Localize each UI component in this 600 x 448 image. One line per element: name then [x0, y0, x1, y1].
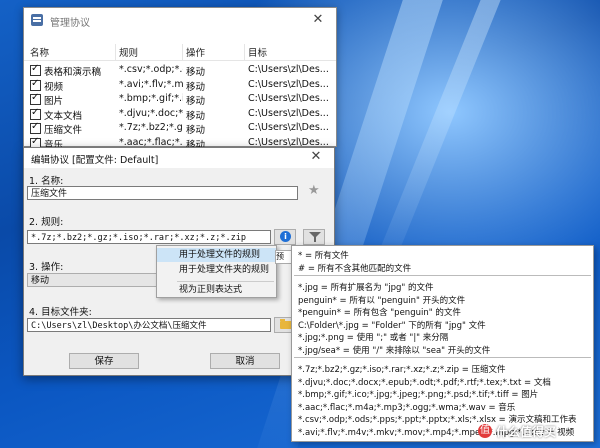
dialog-title: 编辑协议 [配置文件: Default]: [31, 155, 159, 166]
row-rule: *.csv;*.odp;*.o...: [119, 64, 183, 75]
column-header-target[interactable]: 目标: [248, 45, 267, 59]
help-line: C:\Folder\*.jpg = "Folder" 下的所有 "jpg" 文件: [298, 320, 486, 331]
watermark-text: 什么值得买: [496, 425, 557, 439]
help-line: *.jpg = 所有扩展名为 "jpg" 的文件: [298, 283, 434, 293]
row-checkbox[interactable]: [30, 78, 41, 91]
row-action: 移动: [186, 81, 206, 93]
row-checkbox[interactable]: [30, 121, 41, 134]
row-rule: *.djvu;*.doc;*...: [119, 107, 183, 119]
filter-icon: [309, 232, 321, 242]
row-name: 表格和演示稿: [44, 67, 102, 78]
column-divider[interactable]: [182, 44, 183, 60]
row-name: 压缩文件: [44, 125, 83, 136]
watermark-logo-icon: 值: [478, 424, 492, 438]
help-separator: [294, 275, 591, 276]
menu-item-file-rule[interactable]: 用于处理文件的规则: [157, 248, 276, 262]
row-target: C:\Users\zl\Des...: [248, 93, 329, 104]
row-action: 移动: [186, 110, 206, 122]
table-row[interactable]: 表格和演示稿 *.csv;*.odp;*.o...移动 C:\Users\zl\De…: [24, 63, 336, 78]
save-button[interactable]: 保存: [69, 353, 139, 369]
name-label: 1. 名称:: [29, 176, 64, 187]
column-header-action[interactable]: 操作: [186, 45, 205, 59]
help-line: *penguin* = 所有包含 "penguin" 的文件: [298, 308, 461, 318]
close-icon[interactable]: ✕: [306, 149, 326, 164]
row-rule: *.7z;*.bz2;*.gz...: [119, 122, 183, 133]
help-line: *.jpg;*.png = 使用 ";" 或者 "|" 来分隔: [298, 333, 449, 343]
row-action: 移动: [186, 125, 206, 136]
column-header-name[interactable]: 名称: [30, 45, 49, 59]
menu-item-regex[interactable]: 视为正则表达式: [157, 283, 276, 297]
target-folder-input[interactable]: C:\Users\zl\Desktop\办公文档\压缩文件: [27, 318, 271, 332]
rule-label: 2. 规则:: [29, 217, 64, 228]
row-target: C:\Users\zl\Des...: [248, 136, 329, 148]
table-header: 名称 规则 操作 目标: [24, 44, 336, 61]
star-icon[interactable]: ★: [308, 183, 320, 198]
row-target: C:\Users\zl\Des...: [248, 107, 329, 119]
help-line: *.7z;*.bz2;*.gz;*.iso;*.rar;*.xz;*.z;*.z…: [298, 365, 506, 375]
help-line: # = 所有不含其他匹配的文件: [298, 263, 412, 274]
row-target: C:\Users\zl\Des...: [248, 78, 329, 90]
column-divider[interactable]: [244, 44, 245, 60]
rule-options-menu: 用于处理文件的规则 用于处理文件夹的规则 视为正则表达式: [156, 245, 277, 298]
help-line: *.aac;*.flac;*.m4a;*.mp3;*.ogg;*.wma;*.w…: [298, 402, 516, 413]
row-action: 移动: [186, 96, 206, 107]
help-separator: [294, 357, 591, 358]
row-checkbox[interactable]: [30, 63, 41, 76]
name-input[interactable]: 压缩文件: [27, 186, 298, 200]
help-line: *.bmp;*.gif;*.ico;*.jpg;*.jpeg;*.png;*.p…: [298, 390, 539, 400]
row-target: C:\Users\zl\Des...: [248, 122, 329, 133]
table-row[interactable]: 压缩文件 *.7z;*.bz2;*.gz...移动 C:\Users\zl\Des.…: [24, 121, 336, 136]
table-row[interactable]: 图片 *.bmp;*.gif;*.i...移动 C:\Users\zl\Des...: [24, 92, 336, 107]
row-name: 视频: [44, 81, 64, 93]
help-line: penguin* = 所有以 "penguin" 开头的文件: [298, 295, 466, 306]
menu-separator: [177, 281, 274, 282]
rule-help-popup: * = 所有文件 # = 所有不含其他匹配的文件 *.jpg = 所有扩展名为 "j…: [291, 245, 594, 442]
column-header-rule[interactable]: 规则: [119, 45, 138, 59]
row-checkbox[interactable]: [30, 92, 41, 105]
menu-item-folder-rule[interactable]: 用于处理文件夹的规则: [157, 263, 276, 277]
rule-input[interactable]: *.7z;*.bz2;*.gz;*.iso;*.rar;*.xz;*.z;*.z…: [27, 230, 271, 244]
table-row[interactable]: 文本文档 *.djvu;*.doc;*...移动 C:\Users\zl\Des..…: [24, 107, 336, 122]
main-window-title: 管理协议: [50, 18, 90, 29]
cancel-button[interactable]: 取消: [210, 353, 280, 369]
action-label: 3. 操作:: [29, 262, 64, 273]
main-window: 管理协议 ✕ 名称 规则 操作 目标 表格和演示稿 *.csv;*.odp;*.o…: [23, 7, 337, 151]
info-icon: i: [280, 231, 291, 242]
row-name: 文本文档: [44, 110, 83, 122]
row-rule: *.aac;*.flac;*....: [119, 136, 183, 148]
row-checkbox[interactable]: [30, 107, 41, 120]
close-icon[interactable]: ✕: [308, 12, 328, 27]
row-target: C:\Users\zl\Des...: [248, 64, 329, 75]
row-rule: *.avi;*.flv;*.m4...: [119, 78, 183, 90]
table-row[interactable]: 视频 *.avi;*.flv;*.m4...移动 C:\Users\zl\Des..…: [24, 78, 336, 93]
column-divider[interactable]: [115, 44, 116, 60]
row-action: 移动: [186, 67, 206, 78]
filter-button[interactable]: [303, 229, 325, 245]
row-name: 图片: [44, 96, 64, 107]
action-select[interactable]: 移动: [27, 273, 157, 287]
app-icon: [31, 14, 43, 26]
help-line: * = 所有文件: [298, 251, 349, 261]
dialog-titlebar: 编辑协议 [配置文件: Default] ✕: [24, 148, 334, 168]
help-line: *.jpg/sea* = 使用 "/" 来排除以 "sea" 开头的文件: [298, 345, 491, 356]
help-line: *.djvu;*.doc;*.docx;*.epub;*.odt;*.pdf;*…: [298, 377, 551, 388]
row-rule: *.bmp;*.gif;*.i...: [119, 93, 183, 104]
target-label: 4. 目标文件夹:: [29, 307, 92, 318]
main-titlebar: 管理协议 ✕: [24, 8, 336, 32]
info-button[interactable]: i: [274, 229, 296, 245]
